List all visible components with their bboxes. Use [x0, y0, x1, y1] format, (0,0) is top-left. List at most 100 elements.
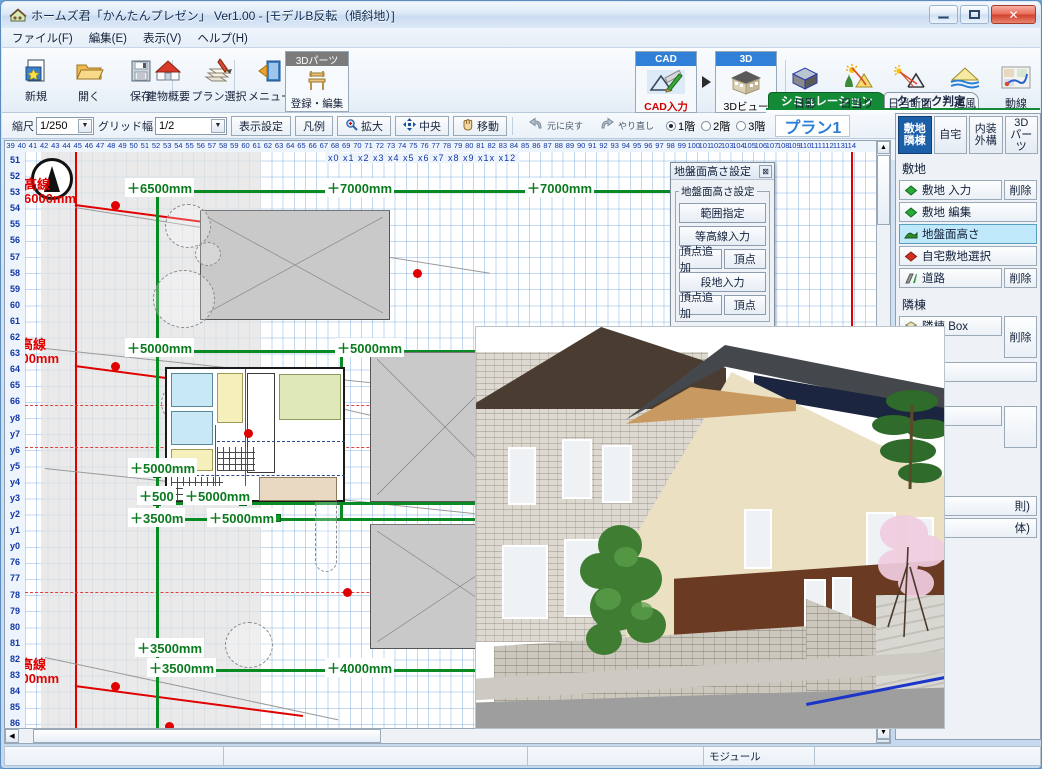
ruler-tick: 111: [810, 141, 822, 150]
floor-radio-2f[interactable]: 2階: [701, 118, 730, 134]
display-settings-button[interactable]: 表示設定: [231, 115, 291, 136]
legend-button[interactable]: 凡例: [295, 115, 333, 136]
ruler-tick: y8: [9, 412, 20, 423]
floor-1f-label: 1階: [678, 120, 696, 133]
register-edit-button[interactable]: 登録・編集: [286, 66, 348, 111]
sunlight-button[interactable]: 日当り: [831, 62, 883, 114]
dialog-close-icon[interactable]: ⊠: [759, 164, 772, 178]
floor-3f-label: 3階: [748, 120, 766, 133]
ruler-tick: 57: [207, 141, 217, 150]
flowline-button[interactable]: 動線: [990, 62, 1042, 114]
ruler-tick: 52: [9, 171, 20, 182]
menu-item-view[interactable]: 表示(V): [143, 30, 181, 46]
ruler-tick: 54: [9, 203, 20, 214]
ruler-tick: 65: [297, 141, 306, 150]
chevron-down-icon[interactable]: ▼: [78, 118, 92, 133]
contour-point[interactable]: [343, 588, 352, 597]
scale-label: 縮尺: [12, 120, 34, 133]
site-input-item[interactable]: 敷地 入力: [899, 180, 1002, 200]
menu-item-help[interactable]: ヘルプ(H): [197, 30, 247, 46]
selected-point[interactable]: [244, 429, 253, 438]
3d-window: [602, 445, 632, 503]
chevron-down-icon[interactable]: ▼: [211, 118, 225, 133]
ruler-tick: 77: [431, 141, 440, 150]
scale-combo[interactable]: 1/250 ▼: [36, 116, 94, 135]
ruler-tick: 103: [721, 141, 734, 150]
site-input-delete-button[interactable]: 削除: [1004, 180, 1037, 200]
scroll-up-icon[interactable]: ▲: [877, 141, 890, 154]
road-item[interactable]: 道路: [899, 268, 1002, 288]
contour-vertex-button[interactable]: 頂点: [723, 249, 766, 269]
tab-own-house[interactable]: 自宅: [933, 116, 967, 154]
floor-radio-1f[interactable]: 1階: [666, 118, 695, 134]
floor-plan-1f[interactable]: [165, 367, 345, 504]
road-delete-button[interactable]: 削除: [1004, 268, 1037, 288]
elevation-label: ＋5000mm: [335, 338, 405, 357]
v-scroll-thumb[interactable]: [877, 155, 890, 225]
ruler-tick: 60: [9, 299, 20, 310]
ruler-tick: 74: [397, 141, 407, 150]
main-toolbar: 新規 開く 保存 建物概要 プラン選択 メニュー 3Dパーツ 登録・編集 CAD…: [2, 48, 1042, 160]
h-scroll-thumb[interactable]: [33, 729, 381, 743]
minimize-button[interactable]: [929, 5, 958, 24]
neighbor-extra-delete-button[interactable]: [1004, 406, 1037, 448]
tab-site-neighbors[interactable]: 敷地 隣棟: [898, 116, 932, 154]
ruler-tick: 64: [286, 141, 295, 150]
open-button[interactable]: 開く: [63, 55, 115, 107]
ground-level-dialog[interactable]: 地盤面高さ設定 ⊠ 地盤面高さ設定 範囲指定 等高線入力 頂点追加 頂点 段地入…: [670, 162, 775, 334]
fp-wash-room: [171, 411, 213, 445]
ground-level-item[interactable]: 地盤面高さ: [899, 224, 1037, 244]
scroll-left-icon[interactable]: ◀: [5, 729, 19, 743]
grid-combo[interactable]: 1/2 ▼: [155, 116, 227, 135]
horizontal-scrollbar[interactable]: ◀ ▶: [4, 728, 891, 744]
undo-button[interactable]: 元に戻す: [522, 116, 589, 136]
ruler-tick: 45: [73, 141, 82, 150]
sun-section-button[interactable]: 日当断面: [882, 62, 938, 114]
maximize-button[interactable]: [960, 5, 989, 24]
own-site-select-item[interactable]: 自宅敷地選択: [899, 246, 1037, 266]
neighbor-building-1[interactable]: [200, 210, 390, 320]
3d-cherry-tree: [874, 507, 944, 660]
ruler-tick: 73: [386, 141, 396, 150]
cad-mode-button[interactable]: CAD CAD入力: [635, 51, 697, 113]
tab-3d-parts[interactable]: 3D パーツ: [1004, 116, 1038, 154]
ruler-tick: 69: [342, 141, 351, 150]
ruler-tick: 76: [9, 557, 20, 568]
close-button[interactable]: ✕: [991, 5, 1036, 24]
range-specify-button[interactable]: 範囲指定: [679, 203, 766, 223]
move-button[interactable]: 移動: [453, 115, 507, 136]
ruler-tick: 42: [39, 141, 49, 150]
menu-item-file[interactable]: ファイル(F): [12, 30, 73, 46]
ruler-tick: 62: [263, 141, 273, 150]
3d-preview-window[interactable]: [475, 326, 945, 729]
neighbor-delete-button[interactable]: 削除: [1004, 316, 1037, 358]
contour-point[interactable]: [111, 682, 120, 691]
radio-dot-icon: [736, 120, 747, 131]
contour-add-vertex-button[interactable]: 頂点追加: [679, 246, 722, 274]
tab-interior-exterior[interactable]: 内装 外構: [969, 116, 1003, 154]
wind-house-icon: [948, 62, 982, 94]
redo-button[interactable]: やり直し: [593, 116, 660, 136]
ventilation-button[interactable]: 通風: [939, 62, 991, 114]
step-vertex-button[interactable]: 頂点: [723, 295, 766, 315]
grid-label: グリッド幅: [98, 120, 153, 133]
contour-point[interactable]: [111, 362, 120, 371]
new-button[interactable]: 新規: [10, 55, 62, 107]
contour-point[interactable]: [413, 269, 422, 278]
site-edit-item[interactable]: 敷地 編集: [899, 202, 1037, 222]
window-title: ホームズ君「かんたんプレゼン」 Ver1.00 - [モデルB反転（傾斜地）]: [31, 8, 395, 23]
h-scroll-track[interactable]: [19, 729, 876, 743]
zoom-in-button[interactable]: 拡大: [337, 115, 391, 136]
ruler-tick: y4: [9, 476, 20, 487]
step-add-vertex-button[interactable]: 頂点追加: [679, 292, 722, 320]
floor-radio-3f[interactable]: 3階: [736, 118, 765, 134]
ruler-tick: 83: [9, 670, 20, 680]
contour-point[interactable]: [111, 201, 120, 210]
ruler-tick: 62: [9, 332, 20, 343]
zoom-in-label: 拡大: [361, 120, 383, 133]
shadow-button[interactable]: 日影: [779, 62, 831, 114]
menu-item-edit[interactable]: 編集(E): [89, 30, 127, 46]
center-button[interactable]: 中央: [395, 115, 449, 136]
section-title-site: 敷地: [902, 162, 927, 176]
ruler-tick: 75: [409, 141, 418, 150]
